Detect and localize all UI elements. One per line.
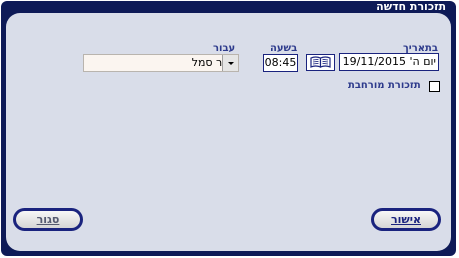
for-select[interactable]: יקיר סמל — [83, 54, 239, 72]
extended-reminder-checkbox[interactable] — [429, 81, 440, 92]
extended-reminder-label: תזכורת מורחבת — [348, 80, 421, 91]
time-label: בשעה — [270, 43, 298, 54]
close-button-label: סגור — [36, 213, 60, 226]
ok-button[interactable]: אישור — [371, 208, 441, 231]
chevron-down-icon — [228, 62, 234, 65]
open-book-icon — [310, 56, 331, 68]
for-label: עבור — [213, 43, 236, 54]
calendar-button[interactable] — [306, 54, 335, 71]
for-select-arrow[interactable] — [222, 55, 238, 71]
time-field[interactable]: 08:45 — [263, 54, 298, 72]
date-field[interactable]: יום ה' 19/11/2015 — [339, 53, 439, 71]
ok-button-label: אישור — [391, 213, 421, 226]
close-button[interactable]: סגור — [13, 208, 83, 231]
dialog-title: תזכורת חדשה — [376, 0, 446, 13]
